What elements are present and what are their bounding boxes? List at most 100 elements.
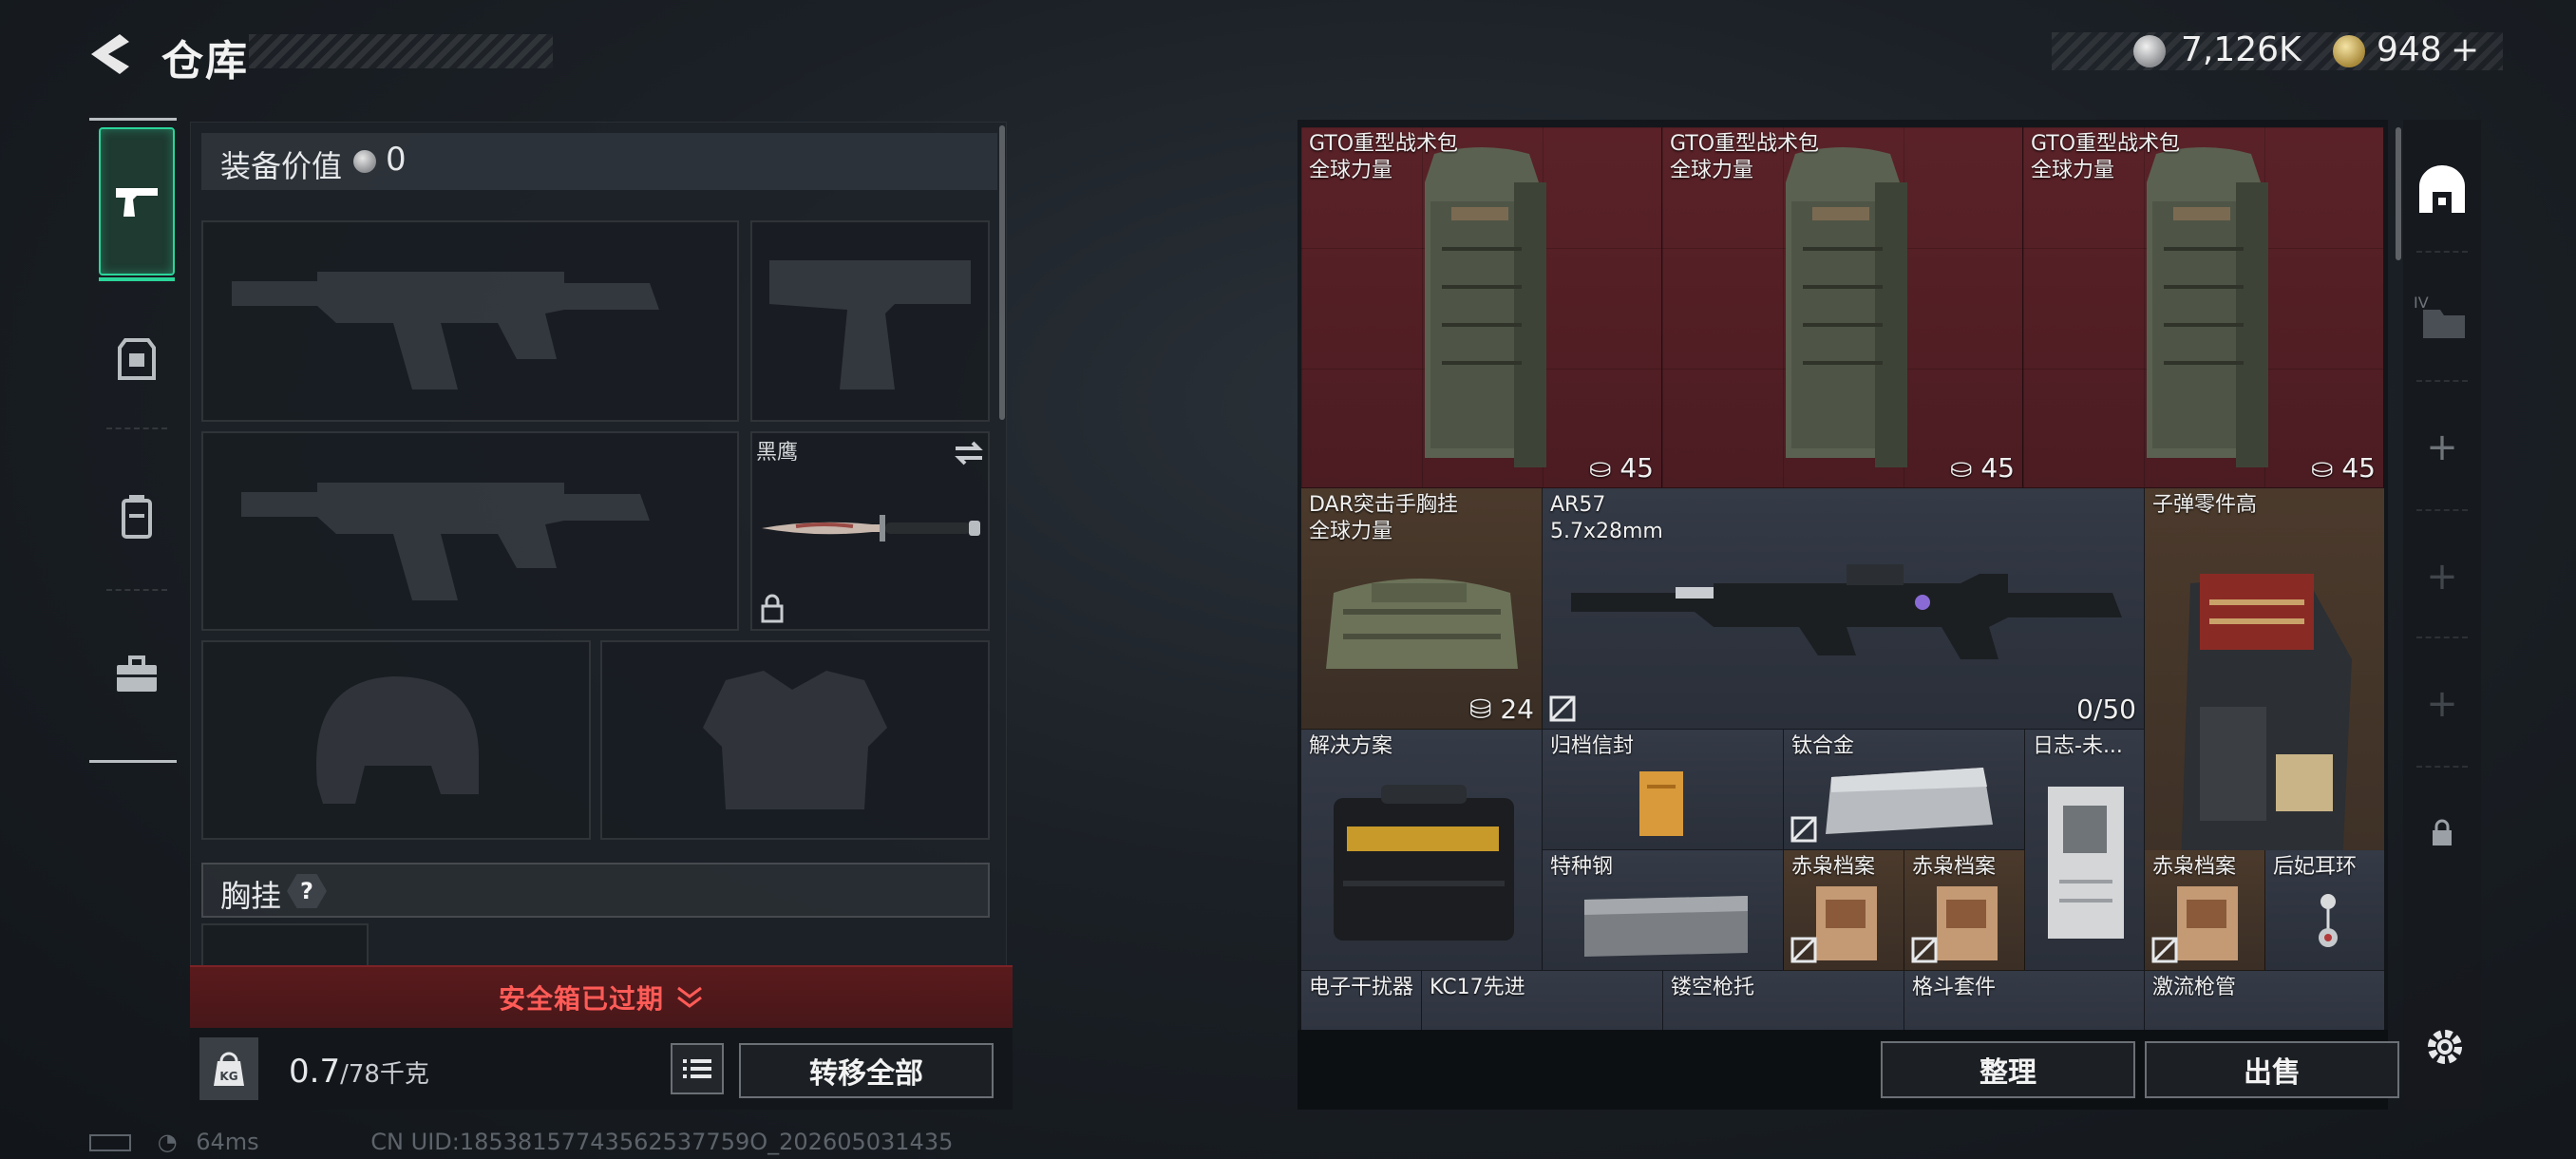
- stash-item-kc17[interactable]: KC17先进: [1422, 971, 1663, 1030]
- nav-separator: [106, 428, 167, 429]
- safe-box-expired-banner[interactable]: 安全箱已过期: [190, 965, 1013, 1028]
- primary-weapon-slot[interactable]: [201, 220, 739, 422]
- stash-item-special-steel[interactable]: 特种钢: [1543, 850, 1784, 971]
- stash-item-ar57[interactable]: AR57 5.7x28mm 0/50: [1543, 488, 2145, 730]
- silver-coin-icon: [353, 150, 376, 173]
- weight-max: /78千克: [340, 1060, 429, 1089]
- stash-item-journal[interactable]: 日志-未...: [2025, 730, 2145, 971]
- nav-tab-case[interactable]: [99, 636, 175, 712]
- body-armor-slot[interactable]: [600, 640, 990, 840]
- stash-item-backpack-3[interactable]: GTO重型战术包 全球力量 ⛀ 45: [2023, 127, 2384, 488]
- sell-button[interactable]: 出售: [2145, 1041, 2399, 1098]
- item-name: 格斗套件: [1912, 976, 1997, 999]
- backpack-item-icon: [2147, 147, 2268, 467]
- list-icon: [683, 1059, 711, 1078]
- svg-text:KG: KG: [219, 1070, 237, 1083]
- list-view-button[interactable]: [671, 1043, 724, 1094]
- unsearched-icon: [1790, 816, 1817, 843]
- ping-readout: 64ms: [196, 1129, 259, 1155]
- nav-tab-armor[interactable]: [99, 321, 175, 397]
- unsearched-icon: [2151, 937, 2178, 963]
- stash-item-jammer[interactable]: 电子干扰器: [1301, 971, 1422, 1030]
- stash-item-backpack-1[interactable]: GTO重型战术包 全球力量 ⛀ 45: [1301, 127, 1662, 488]
- stash-item-titanium[interactable]: 钛合金: [1784, 730, 2025, 850]
- briefcase-icon: [117, 656, 157, 692]
- item-name: 赤枭档案: [1791, 855, 1876, 879]
- nav-tab-backpack[interactable]: [99, 479, 175, 555]
- sort-button[interactable]: 整理: [1881, 1041, 2135, 1098]
- rifle-item-icon: [1571, 564, 2122, 659]
- journal-item-icon: [2048, 787, 2124, 939]
- weight-current: 0.7: [289, 1053, 341, 1091]
- user-uid: CN UID:18538157743562537759O_20260503143…: [370, 1129, 954, 1155]
- helmet-slot[interactable]: [201, 640, 591, 840]
- back-arrow-icon[interactable]: [87, 30, 135, 78]
- ammo-count: 0/50: [2076, 694, 2136, 725]
- secondary-weapon-slot[interactable]: [201, 431, 739, 631]
- stash-item-hollow-stock[interactable]: 镂空枪托: [1663, 971, 1904, 1030]
- svg-text:IV: IV: [2414, 294, 2429, 312]
- item-capacity: ⛀ 45: [2310, 452, 2376, 484]
- title-stripe: [249, 34, 553, 68]
- swap-arrows-icon[interactable]: [952, 439, 986, 467]
- pistol-silhouette-icon: [769, 260, 971, 390]
- stash-item-archive-b[interactable]: 赤枭档案: [1904, 850, 2025, 971]
- item-name: GTO重型战术包 全球力量: [1670, 132, 1820, 182]
- item-name: 子弹零件高: [2152, 493, 2258, 517]
- stash-item-grapple-kit[interactable]: 格斗套件: [1904, 971, 2145, 1030]
- stash-item-backpack-2[interactable]: GTO重型战术包 全球力量 ⛀ 45: [1662, 127, 2023, 488]
- equipment-value-amount: 0: [386, 141, 407, 179]
- item-capacity: ⛁ 24: [1468, 694, 1534, 725]
- item-name: 电子干扰器: [1309, 976, 1414, 999]
- weight-icon: KG: [199, 1037, 258, 1100]
- item-name: KC17先进: [1430, 976, 1525, 999]
- item-name: GTO重型战术包 全球力量: [1309, 132, 1459, 182]
- chest-rig-slot[interactable]: [201, 923, 369, 967]
- lock-icon: [2433, 819, 2452, 846]
- chest-rig-label: 胸挂: [220, 878, 282, 914]
- equipment-scrollbar[interactable]: [999, 125, 1005, 420]
- melee-slot[interactable]: 黑鹰: [750, 431, 990, 631]
- item-capacity: ⛀ 45: [1949, 452, 2015, 484]
- rifle-silhouette-icon: [241, 483, 650, 600]
- weight-readout: 0.7/78千克: [289, 1053, 429, 1091]
- helmet-silhouette-icon: [316, 676, 479, 804]
- stash-item-flow-barrel[interactable]: 激流枪管: [2145, 971, 2384, 1030]
- knife-icon: [762, 515, 980, 542]
- add-stash-tab-button[interactable]: +: [2411, 416, 2473, 479]
- transfer-all-button[interactable]: 转移全部: [739, 1043, 994, 1098]
- tab-separator: [2416, 251, 2468, 253]
- pistol-slot[interactable]: [750, 220, 990, 422]
- unsearched-icon: [1911, 937, 1938, 963]
- document-item-icon: [1816, 886, 1877, 960]
- wifi-icon: ◔: [157, 1129, 178, 1155]
- stash-tab-main[interactable]: [2411, 158, 2473, 220]
- rifle-silhouette-icon: [232, 272, 659, 390]
- armor-icon: [118, 338, 156, 380]
- safe-box-expired-text: 安全箱已过期: [498, 983, 664, 1015]
- stash-item-archive-c[interactable]: 赤枭档案: [2145, 850, 2265, 971]
- tab-separator: [2416, 636, 2468, 638]
- stash-item-earring[interactable]: 后妃耳环: [2265, 850, 2384, 971]
- item-name: 钛合金: [1791, 734, 1855, 758]
- stash-item-archive-envelope[interactable]: 归档信封: [1543, 730, 1784, 850]
- battery-icon: [89, 1134, 131, 1151]
- locked-stash-tab[interactable]: [2411, 802, 2473, 864]
- add-stash-tab-button[interactable]: +: [2411, 673, 2473, 735]
- item-name: 后妃耳环: [2273, 855, 2358, 879]
- nav-tab-weapons[interactable]: [99, 127, 175, 281]
- currency-gold: 948: [2377, 30, 2442, 69]
- stash-item-solution[interactable]: 解决方案: [1301, 730, 1543, 971]
- settings-gear-icon[interactable]: [2422, 1024, 2468, 1070]
- stash-scrollbar[interactable]: [2396, 127, 2401, 260]
- stash-tab-iv[interactable]: IV: [2411, 285, 2473, 348]
- item-name: 激流枪管: [2152, 976, 2237, 999]
- item-name: DAR突击手胸挂 全球力量: [1309, 493, 1458, 543]
- stash-item-chest-rig[interactable]: DAR突击手胸挂 全球力量 ⛁ 24: [1301, 488, 1543, 730]
- currency-add-button[interactable]: +: [2451, 30, 2479, 69]
- stash-item-archive-a[interactable]: 赤枭档案: [1784, 850, 1904, 971]
- double-chevron-down-icon: [677, 986, 702, 1008]
- gold-coin-icon: [2333, 35, 2365, 67]
- add-stash-tab-button[interactable]: +: [2411, 545, 2473, 608]
- equipment-value-label: 装备价值: [220, 148, 343, 184]
